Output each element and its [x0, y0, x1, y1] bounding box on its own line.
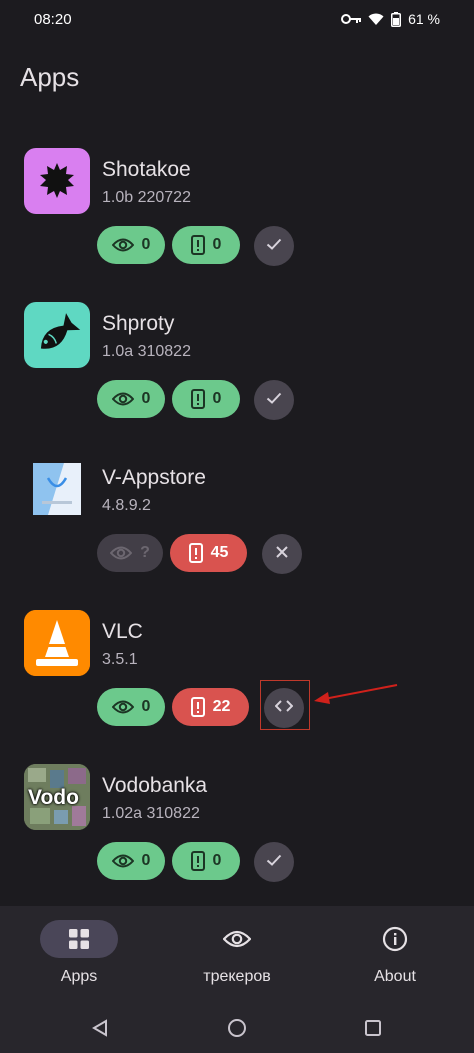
- back-icon[interactable]: [88, 1016, 112, 1040]
- permissions-chip[interactable]: 22: [172, 688, 249, 726]
- nav-label: трекеров: [203, 968, 271, 985]
- trackers-count: 0: [141, 236, 151, 253]
- permissions-chip[interactable]: 45: [170, 534, 247, 572]
- trackers-chip[interactable]: ?: [97, 534, 163, 572]
- app-version: 1.0a 310822: [102, 343, 191, 360]
- app-version: 1.0b 220722: [102, 189, 191, 206]
- app-list-item[interactable]: Shotakoe 1.0b 220722 0 0: [0, 148, 474, 298]
- nav-label: Apps: [60, 968, 98, 985]
- trackers-chip[interactable]: 0: [97, 226, 165, 264]
- app-list-item[interactable]: VLC 3.5.1 0 22: [0, 610, 474, 760]
- app-list-item[interactable]: Shproty 1.0a 310822 0 0: [0, 302, 474, 452]
- check-button[interactable]: [254, 226, 294, 266]
- trackers-count: 0: [141, 852, 151, 869]
- app-list-item[interactable]: Vodo Vodobanka 1.02a 310822 0 0: [0, 764, 474, 914]
- close-icon: [275, 545, 289, 564]
- status-time: 08:20: [34, 11, 72, 28]
- key-icon: [341, 13, 362, 25]
- trackers-chip[interactable]: 0: [97, 842, 165, 880]
- status-icons: 61 %: [341, 11, 440, 27]
- phone-icon: [190, 235, 205, 255]
- eye-icon: [111, 391, 134, 407]
- annotation-arrow-icon: [314, 684, 398, 704]
- nav-item-trackers[interactable]: трекеров: [158, 906, 316, 1002]
- recents-icon[interactable]: [361, 1016, 385, 1040]
- app-icon-shotakoe: [24, 148, 90, 214]
- permissions-chip[interactable]: 0: [172, 842, 240, 880]
- app-icon-vodobanka: Vodo: [24, 764, 90, 830]
- phone-icon: [190, 697, 205, 717]
- bottom-navigation: Apps трекеров About: [0, 906, 474, 1002]
- app-name: Vodobanka: [102, 774, 208, 797]
- app-icon-vlc: [24, 610, 90, 676]
- app-name: Shproty: [102, 312, 175, 335]
- phone-icon: [190, 389, 205, 409]
- app-version: 4.8.9.2: [102, 497, 151, 514]
- app-list-item[interactable]: V-Appstore 4.8.9.2 ? 45: [0, 456, 474, 606]
- check-button[interactable]: [254, 380, 294, 420]
- permissions-count: 0: [212, 390, 222, 407]
- app-name: Shotakoe: [102, 158, 191, 181]
- status-bar: 08:20 61 %: [0, 0, 474, 40]
- phone-icon: [190, 851, 205, 871]
- app-icon-shproty: [24, 302, 90, 368]
- trackers-chip[interactable]: 0: [97, 380, 165, 418]
- permissions-count: 45: [210, 544, 229, 561]
- eye-icon: [222, 924, 252, 954]
- battery-icon: [391, 11, 402, 27]
- permissions-chip[interactable]: 0: [172, 380, 240, 418]
- app-name: VLC: [102, 620, 143, 643]
- app-version: 1.02a 310822: [102, 805, 200, 822]
- page-title: Apps: [20, 62, 80, 92]
- permissions-count: 22: [212, 698, 231, 715]
- check-button[interactable]: [254, 842, 294, 882]
- trackers-count: 0: [141, 698, 151, 715]
- permissions-count: 0: [212, 852, 222, 869]
- trackers-chip[interactable]: 0: [97, 688, 165, 726]
- permissions-count: 0: [212, 236, 222, 253]
- nav-label: About: [374, 968, 416, 985]
- eye-icon: [111, 699, 134, 715]
- info-icon: [380, 924, 410, 954]
- app-icon-v-appstore: [24, 456, 90, 522]
- close-button[interactable]: [262, 534, 302, 574]
- eye-icon: [111, 237, 134, 253]
- phone-icon: [188, 543, 203, 563]
- app-icon-label: Vodo: [28, 786, 79, 809]
- check-icon: [266, 853, 282, 871]
- eye-icon: [111, 853, 134, 869]
- eye-icon: [110, 545, 133, 561]
- battery-percentage: 61 %: [408, 11, 440, 27]
- permissions-chip[interactable]: 0: [172, 226, 240, 264]
- home-icon[interactable]: [225, 1016, 249, 1040]
- trackers-count: 0: [141, 390, 151, 407]
- trackers-count: ?: [140, 544, 150, 561]
- grid-icon: [64, 924, 94, 954]
- nav-item-about[interactable]: About: [316, 906, 474, 1002]
- nav-item-apps[interactable]: Apps: [0, 906, 158, 1002]
- app-version: 3.5.1: [102, 651, 138, 668]
- check-icon: [266, 237, 282, 255]
- wifi-icon: [368, 13, 384, 26]
- app-name: V-Appstore: [102, 466, 206, 489]
- check-icon: [266, 391, 282, 409]
- system-navigation-bar: [0, 1002, 474, 1053]
